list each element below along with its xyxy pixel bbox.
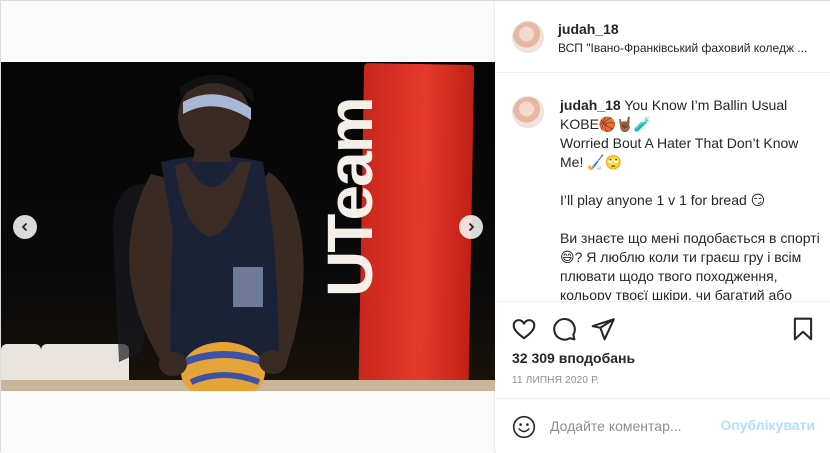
post-location[interactable]: ВСП "Івано-Франківський фаховий коледж .…: [558, 41, 812, 55]
heart-icon: [512, 319, 536, 340]
comment-button[interactable]: [551, 316, 577, 342]
previous-photo-button[interactable]: [13, 215, 37, 239]
author-username[interactable]: judah_18: [558, 21, 619, 37]
caption-text: You Know I’m Ballin Usual KOBE🏀🤘🏾🧪 Worri…: [560, 97, 820, 300]
action-bar: 32 309 вподобань 11 ЛИПНЯ 2020 Р.: [496, 301, 830, 397]
caption-area: judah_18 You Know I’m Ballin Usual KOBE🏀…: [496, 74, 830, 300]
bookmark-icon: [793, 317, 813, 341]
likes-count[interactable]: 32 309 вподобань: [512, 350, 635, 366]
basketball-player-figure: [112, 74, 304, 391]
smiley-icon: [512, 415, 536, 439]
post-date[interactable]: 11 ЛИПНЯ 2020 Р.: [512, 375, 599, 386]
comment-bar: Опублікувати: [496, 398, 830, 453]
share-button[interactable]: [590, 316, 616, 342]
comment-input[interactable]: [550, 416, 710, 436]
caption-text-block: judah_18 You Know I’m Ballin Usual KOBE🏀…: [560, 96, 820, 300]
media-area: UTeam: [1, 1, 495, 453]
emoji-button[interactable]: [512, 415, 536, 439]
post-sidebar: judah_18 ВСП "Івано-Франківський фаховий…: [496, 1, 830, 453]
save-button[interactable]: [790, 316, 816, 342]
post-photo[interactable]: UTeam: [1, 62, 495, 391]
caption-avatar[interactable]: [512, 96, 544, 128]
chevron-left-icon: [21, 222, 28, 232]
caption-username[interactable]: judah_18: [560, 97, 621, 113]
post-header: judah_18 ВСП "Івано-Франківський фаховий…: [496, 1, 830, 73]
like-button[interactable]: [511, 316, 537, 342]
publish-comment-button[interactable]: Опублікувати: [720, 417, 815, 433]
paper-plane-icon: [591, 318, 615, 341]
instagram-post: UTeam judah_18 ВСП "Івано-Франківський ф…: [0, 0, 830, 453]
chevron-right-icon: [468, 222, 475, 232]
next-photo-button[interactable]: [459, 215, 483, 239]
author-avatar[interactable]: [512, 21, 544, 53]
comment-icon: [553, 318, 576, 341]
